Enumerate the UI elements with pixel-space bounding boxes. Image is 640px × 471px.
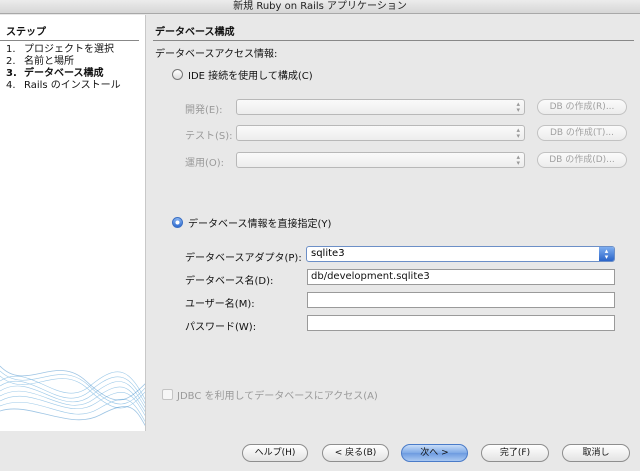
create-prod-db-button[interactable]: DB の作成(D)... <box>537 152 627 168</box>
step-number: 2. <box>6 56 16 67</box>
step-label: 名前と場所 <box>24 56 74 67</box>
direct-db-info-radio[interactable]: データベース情報を直接指定(Y) <box>172 215 331 230</box>
back-button[interactable]: < 戻る(B) <box>322 444 389 462</box>
create-dev-db-button[interactable]: DB の作成(R)... <box>537 99 627 115</box>
prod-label: 運用(O): <box>185 158 225 169</box>
page-title: データベース構成 <box>153 15 634 41</box>
steps-list: 1. プロジェクトを選択 2. 名前と場所 3. データベース構成 4. Rails の… <box>0 41 145 92</box>
radio-indicator <box>172 217 183 228</box>
help-button[interactable]: ヘルプ(H) <box>242 444 308 462</box>
ide-connection-radio[interactable]: IDE 接続を使用して構成(C) <box>172 67 313 82</box>
password-field[interactable] <box>307 315 615 331</box>
next-button[interactable]: 次へ > <box>401 444 468 462</box>
adapter-label: データベースアダプタ(P): <box>185 253 302 264</box>
test-connection-select[interactable]: ▴ ▾ <box>236 125 525 141</box>
db-adapter-value: sqlite3 <box>311 248 345 259</box>
password-label: パスワード(W): <box>185 322 257 333</box>
dev-label: 開発(E): <box>185 105 223 116</box>
stepper-arrows-icon: ▴ ▾ <box>516 100 520 114</box>
step-number: 1. <box>6 44 16 55</box>
checkbox-indicator <box>162 389 173 400</box>
decorative-wave-graphic <box>0 365 145 427</box>
test-label: テスト(S): <box>185 131 233 142</box>
step-item: 2. 名前と場所 <box>6 56 145 68</box>
db-adapter-select[interactable]: sqlite3 ▴ ▾ <box>306 246 615 262</box>
db-name-field[interactable]: db/development.sqlite3 <box>307 269 615 285</box>
step-item-current: 3. データベース構成 <box>6 68 145 80</box>
username-field[interactable] <box>307 292 615 308</box>
step-item: 4. Rails のインストール <box>6 80 145 92</box>
step-label: プロジェクトを選択 <box>24 44 114 55</box>
finish-button[interactable]: 完了(F) <box>481 444 549 462</box>
prod-connection-select[interactable]: ▴ ▾ <box>236 152 525 168</box>
db-name-label: データベース名(D): <box>185 276 274 287</box>
radio-indicator <box>172 69 183 80</box>
step-label: Rails のインストール <box>24 80 121 91</box>
step-number: 4. <box>6 80 16 91</box>
select-arrows-icon: ▴ ▾ <box>599 247 614 261</box>
ide-connection-label: IDE 接続を使用して構成(C) <box>188 71 313 82</box>
username-label: ユーザー名(M): <box>185 299 255 310</box>
main-pane: データベース構成 データベースアクセス情報: IDE 接続を使用して構成(C) … <box>147 15 640 431</box>
step-label: データベース構成 <box>24 68 104 79</box>
dev-connection-select[interactable]: ▴ ▾ <box>236 99 525 115</box>
stepper-arrows-icon: ▴ ▾ <box>516 153 520 167</box>
steps-heading: ステップ <box>0 15 139 41</box>
access-info-label: データベースアクセス情報: <box>155 49 278 60</box>
direct-db-info-label: データベース情報を直接指定(Y) <box>188 219 332 230</box>
jdbc-checkbox[interactable]: JDBC を利用してデータベースにアクセス(A) <box>162 387 378 402</box>
step-number: 3. <box>6 68 17 79</box>
create-test-db-button[interactable]: DB の作成(T)... <box>537 125 627 141</box>
window-title: 新規 Ruby on Rails アプリケーション <box>0 0 640 14</box>
jdbc-checkbox-label: JDBC を利用してデータベースにアクセス(A) <box>177 391 378 402</box>
steps-pane: ステップ 1. プロジェクトを選択 2. 名前と場所 3. データベース構成 4. Ra… <box>0 15 146 431</box>
cancel-button[interactable]: 取消し <box>562 444 630 462</box>
stepper-arrows-icon: ▴ ▾ <box>516 126 520 140</box>
step-item: 1. プロジェクトを選択 <box>6 44 145 56</box>
